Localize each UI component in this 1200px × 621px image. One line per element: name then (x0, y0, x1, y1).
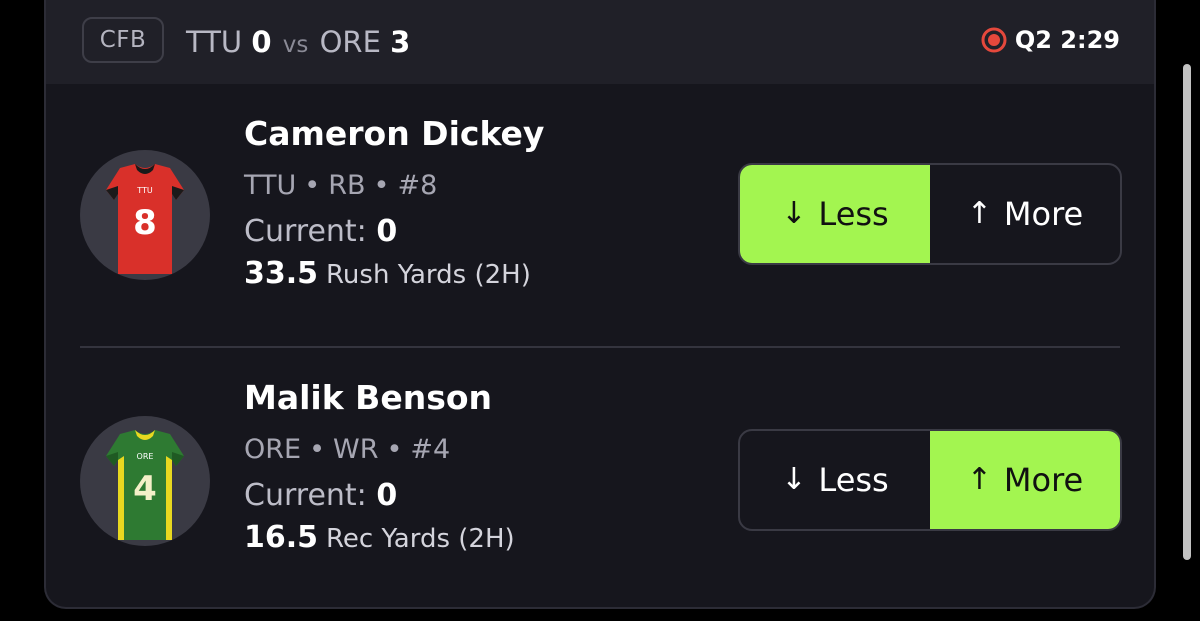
separator: • (304, 170, 321, 201)
player-position: RB (328, 170, 366, 201)
player-avatar: TTU 8 (80, 150, 210, 280)
svg-text:ORE: ORE (137, 452, 154, 461)
arrow-up-icon: ↑ (966, 462, 992, 497)
matchup-score: TTU 0 vs ORE 3 (186, 22, 410, 65)
current-value: 0 (376, 214, 398, 249)
jersey-icon: TTU 8 (106, 164, 184, 274)
projection-line: 16.5 Rec Yards (2H) (244, 518, 724, 559)
player-number: #4 (410, 434, 451, 465)
current-value: 0 (376, 478, 398, 513)
less-button[interactable]: ↓ Less (740, 165, 930, 263)
more-label: More (1003, 195, 1084, 233)
arrow-down-icon: ↓ (781, 462, 807, 497)
stat-type: Rush Yards (2H) (326, 260, 531, 290)
player-team: TTU (244, 170, 297, 201)
less-label: Less (818, 461, 889, 499)
more-button[interactable]: ↑ More (930, 165, 1120, 263)
more-label: More (1003, 461, 1084, 499)
player-avatar: ORE 4 (80, 416, 210, 546)
more-button[interactable]: ↑ More (930, 431, 1120, 529)
pick-row: TTU 8 Cameron Dickey TTU • RB • #8 Current: … (46, 84, 1154, 346)
separator: • (386, 434, 403, 465)
player-info: Malik Benson ORE • WR • #4 Current: 0 16.5 Re… (244, 376, 724, 559)
pick-row: ORE 4 Malik Benson ORE • WR • #4 Current: 0 … (46, 348, 1154, 607)
player-team: ORE (244, 434, 302, 465)
current-label: Current: (244, 214, 367, 249)
live-record-icon (981, 27, 1007, 53)
pick-card: CFB TTU 0 vs ORE 3 Q2 2:29 TTU 8 Cameron… (44, 0, 1156, 609)
less-more-toggle: ↓ Less ↑ More (738, 163, 1122, 265)
player-meta: TTU • RB • #8 (244, 168, 724, 204)
svg-text:4: 4 (133, 469, 157, 509)
less-button[interactable]: ↓ Less (740, 431, 930, 529)
less-more-toggle: ↓ Less ↑ More (738, 429, 1122, 531)
player-name: Cameron Dickey (244, 114, 545, 153)
vs-label: vs (282, 32, 309, 58)
player-position: WR (333, 434, 379, 465)
away-score: 0 (251, 25, 272, 59)
current-label: Current: (244, 478, 367, 513)
svg-text:8: 8 (133, 203, 157, 243)
line-value: 33.5 (244, 256, 319, 291)
stat-type: Rec Yards (2H) (326, 524, 515, 554)
separator: • (309, 434, 326, 465)
separator: • (373, 170, 390, 201)
less-label: Less (818, 195, 889, 233)
home-score: 3 (390, 25, 411, 59)
away-team: TTU (186, 25, 243, 59)
home-team: ORE (319, 25, 381, 59)
jersey-icon: ORE 4 (106, 430, 184, 540)
current-stat: Current: 0 (244, 476, 724, 516)
live-status: Q2 2:29 (981, 26, 1120, 54)
svg-text:TTU: TTU (136, 186, 153, 195)
player-name: Malik Benson (244, 378, 492, 417)
player-number: #8 (397, 170, 438, 201)
scrollbar[interactable] (1183, 64, 1191, 560)
arrow-up-icon: ↑ (966, 196, 992, 231)
player-meta: ORE • WR • #4 (244, 432, 724, 468)
league-badge: CFB (82, 17, 164, 63)
line-value: 16.5 (244, 520, 319, 555)
game-clock: Q2 2:29 (1014, 26, 1120, 54)
current-stat: Current: 0 (244, 212, 724, 252)
game-header: CFB TTU 0 vs ORE 3 Q2 2:29 (46, 0, 1154, 84)
projection-line: 33.5 Rush Yards (2H) (244, 254, 724, 295)
arrow-down-icon: ↓ (781, 196, 807, 231)
player-info: Cameron Dickey TTU • RB • #8 Current: 0 33.5… (244, 112, 724, 295)
